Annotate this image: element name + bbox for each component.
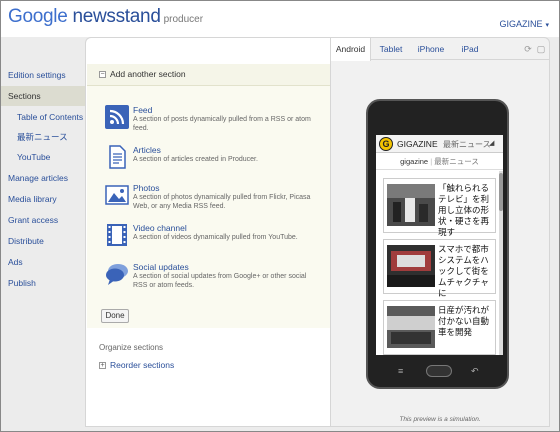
device-preview-panel: Android Tablet iPhone iPad ⟳ ▢ G GIGAZIN… xyxy=(330,37,550,427)
sidebar-item-ads[interactable]: Ads xyxy=(1,252,85,272)
section-type-desc: A section of articles created in Produce… xyxy=(133,156,258,163)
story-thumbnail xyxy=(387,245,435,287)
tab-tablet[interactable]: Tablet xyxy=(373,38,409,60)
gigazine-logo: G xyxy=(379,137,393,151)
story-thumbnail xyxy=(387,306,435,348)
expand-icon: + xyxy=(99,362,106,370)
film-icon xyxy=(107,224,127,246)
account-menu[interactable]: GIGAZINE ▾ xyxy=(499,19,549,29)
section-type-title: Photos xyxy=(133,183,160,193)
preview-caption: This preview is a simulation. xyxy=(399,416,481,423)
section-type-desc: A section of videos dynamically pulled f… xyxy=(133,234,298,241)
sidebar-item-distribute[interactable]: Distribute xyxy=(1,231,85,251)
app-section-name[interactable]: 最新ニュース xyxy=(443,139,491,150)
phone-screen: G GIGAZINE 最新ニュース ◢ gigazine | 最新ニュース 「触… xyxy=(376,135,503,355)
breadcrumb-separator: | xyxy=(430,157,433,166)
breadcrumb-edition: gigazine xyxy=(400,157,429,166)
story-card[interactable]: スマホで都市システムをハックして街をムチャクチャに xyxy=(383,239,496,298)
section-type-title: Video channel xyxy=(133,223,187,233)
breadcrumb-section: 最新ニュース xyxy=(434,157,479,166)
sidebar-item-sections[interactable]: Sections xyxy=(1,86,85,106)
tab-android[interactable]: Android xyxy=(331,38,371,61)
menu-icon: ≡ xyxy=(398,366,404,376)
organize-sections-heading: Organize sections xyxy=(99,343,164,352)
done-button[interactable]: Done xyxy=(101,309,129,323)
document-icon xyxy=(109,145,126,169)
story-headline: 日産が汚れが付かない自動車を開発 xyxy=(438,305,490,337)
chevron-down-icon: ▾ xyxy=(545,22,549,29)
section-type-desc: A section of posts dynamically pulled fr… xyxy=(133,116,311,132)
tab-ipad[interactable]: iPad xyxy=(455,38,485,60)
android-phone-frame: G GIGAZINE 最新ニュース ◢ gigazine | 最新ニュース 「触… xyxy=(366,99,509,389)
story-thumbnail xyxy=(387,184,435,226)
refresh-icon[interactable]: ⟳ xyxy=(523,44,533,54)
section-type-title: Articles xyxy=(133,145,161,155)
story-card[interactable]: 「触れられるテレビ」を利用し立体の形状・硬さを再現す xyxy=(383,178,496,237)
photo-icon xyxy=(105,185,129,205)
add-section-label: Add another section xyxy=(110,69,186,79)
phone-breadcrumb: gigazine | 最新ニュース xyxy=(376,154,503,170)
app-name: GIGAZINE xyxy=(397,139,438,149)
logo-producer-text: producer xyxy=(163,14,204,25)
back-icon: ↶ xyxy=(471,366,479,376)
add-section-header[interactable]: − Add another section xyxy=(87,64,330,86)
sidebar-item-edition-settings[interactable]: Edition settings xyxy=(1,65,85,85)
section-type-title: Social updates xyxy=(133,262,189,272)
reorder-sections-link[interactable]: + Reorder sections xyxy=(99,360,174,370)
app-bar: G GIGAZINE 最新ニュース ◢ xyxy=(376,135,503,153)
rss-icon xyxy=(105,105,129,129)
sidebar-item-media-library[interactable]: Media library xyxy=(1,189,85,209)
speech-bubble-icon xyxy=(106,264,128,285)
sidebar: Edition settings Sections Table of Conte… xyxy=(1,37,85,431)
phone-scrollbar[interactable] xyxy=(499,171,503,355)
sidebar-item-youtube[interactable]: YouTube xyxy=(1,147,85,167)
section-type-desc: A section of photos dynamically pulled f… xyxy=(133,194,311,210)
account-label: GIGAZINE xyxy=(499,19,543,29)
logo-google-text: Google xyxy=(8,6,68,27)
app-window: Google newsstand producer GIGAZINE ▾ Editi… xyxy=(0,0,560,432)
sections-editor: − Add another section Feed A section of … xyxy=(85,37,330,427)
story-headline: スマホで都市システムをハックして街をムチャクチャに xyxy=(438,244,489,298)
sidebar-item-table-of-contents[interactable]: Table of Contents xyxy=(1,107,85,127)
reorder-sections-label: Reorder sections xyxy=(110,360,175,370)
phone-hardware-buttons: ≡ ↶ xyxy=(368,363,507,383)
home-button xyxy=(426,365,452,377)
add-section-panel: Feed A section of posts dynamically pull… xyxy=(87,86,330,328)
header-bar: Google newsstand producer GIGAZINE ▾ xyxy=(1,1,559,37)
section-type-title: Feed xyxy=(133,105,153,115)
scrollbar-thumb[interactable] xyxy=(499,173,503,211)
sidebar-item-manage-articles[interactable]: Manage articles xyxy=(1,168,85,188)
tab-iphone[interactable]: iPhone xyxy=(413,38,449,60)
collapse-icon[interactable]: − xyxy=(99,71,106,78)
logo-newsstand-text: newsstand xyxy=(72,6,161,27)
expand-window-icon[interactable]: ▢ xyxy=(536,44,546,54)
sidebar-item-latest-news[interactable]: 最新ニュース xyxy=(1,127,85,147)
story-headline: 「触れられるテレビ」を利用し立体の形状・硬さを再現す xyxy=(438,183,490,237)
story-card[interactable]: 日産が汚れが付かない自動車を開発 xyxy=(383,300,496,355)
dropdown-icon[interactable]: ◢ xyxy=(489,139,494,147)
sidebar-item-grant-access[interactable]: Grant access xyxy=(1,210,85,230)
device-tabs: Android Tablet iPhone iPad ⟳ ▢ xyxy=(331,38,549,61)
section-type-desc: A section of social updates from Google+… xyxy=(133,273,307,289)
sidebar-item-publish[interactable]: Publish xyxy=(1,273,85,293)
newsstand-producer-logo[interactable]: Google newsstand producer xyxy=(8,6,203,28)
